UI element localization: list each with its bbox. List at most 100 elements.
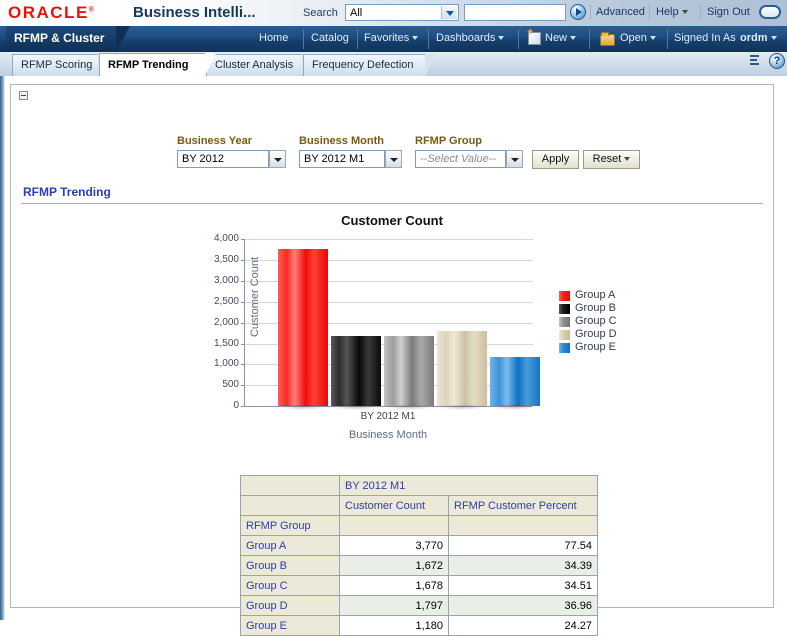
bar-group-e[interactable] bbox=[490, 357, 540, 406]
pivot-cell-percent: 36.96 bbox=[449, 596, 598, 616]
search-go-button[interactable] bbox=[570, 4, 586, 20]
search-input[interactable] bbox=[464, 4, 566, 21]
pivot-corner-cell bbox=[241, 496, 340, 516]
nav-item-open[interactable]: Open bbox=[620, 32, 656, 44]
bar-group-d[interactable] bbox=[437, 331, 487, 406]
table-row: Group C 1,678 34.51 bbox=[241, 576, 598, 596]
y-tick-label: 4,000 bbox=[193, 233, 239, 244]
dashboard-page-panel: Business Year BY 2012 Business Month BY … bbox=[10, 84, 774, 608]
nav-divider bbox=[303, 29, 304, 49]
y-tick-mark bbox=[241, 260, 245, 261]
tab-rfmp-scoring-label: RFMP Scoring bbox=[21, 59, 92, 71]
bar-group-c[interactable] bbox=[384, 336, 434, 406]
pivot-row-label[interactable]: Group B bbox=[241, 556, 340, 576]
chevron-down-icon bbox=[771, 36, 777, 40]
pivot-cell-count: 1,797 bbox=[340, 596, 449, 616]
prompt-label-rfmp-group: RFMP Group bbox=[415, 135, 482, 147]
business-month-value: BY 2012 M1 bbox=[304, 153, 364, 165]
pivot-row-header-label[interactable]: RFMP Group bbox=[241, 516, 340, 536]
collapse-minus-icon[interactable] bbox=[19, 91, 28, 100]
user-menu-label: ordm bbox=[740, 32, 768, 44]
tab-rfmp-trending[interactable]: RFMP Trending bbox=[99, 53, 205, 76]
y-tick-mark bbox=[241, 302, 245, 303]
pivot-corner-cell bbox=[241, 476, 340, 496]
oracle-logo-tm: ® bbox=[89, 6, 96, 13]
rfmp-group-dropdown-icon[interactable] bbox=[506, 150, 523, 168]
dashboard-tab-slant bbox=[116, 26, 130, 52]
accessibility-oval-icon[interactable] bbox=[759, 5, 781, 19]
y-tick-label: 1,500 bbox=[193, 338, 239, 349]
pivot-measure-header-customer-count[interactable]: Customer Count bbox=[340, 496, 449, 516]
reset-button-label: Reset bbox=[593, 153, 622, 165]
business-month-dropdown-icon[interactable] bbox=[385, 150, 402, 168]
nav-divider bbox=[589, 29, 590, 49]
business-year-combo[interactable]: BY 2012 bbox=[177, 150, 269, 168]
pivot-cell-percent: 34.51 bbox=[449, 576, 598, 596]
search-label: Search bbox=[303, 7, 338, 19]
app-title: Business Intelli... bbox=[133, 4, 256, 21]
chevron-down-icon bbox=[650, 36, 656, 40]
rfmp-group-value: --Select Value-- bbox=[420, 153, 496, 165]
help-menu-label: Help bbox=[656, 6, 679, 18]
nav-item-home[interactable]: Home bbox=[259, 32, 288, 44]
y-tick-label: 1,000 bbox=[193, 358, 239, 369]
search-scope-select[interactable]: All bbox=[345, 4, 459, 21]
tab-slant bbox=[205, 53, 216, 76]
legend-swatch bbox=[559, 330, 570, 340]
nav-item-dashboards[interactable]: Dashboards bbox=[436, 32, 504, 44]
pivot-measure-header-rfmp-customer-percent[interactable]: RFMP Customer Percent bbox=[449, 496, 598, 516]
legend-label: Group C bbox=[575, 315, 617, 327]
pivot-row-label[interactable]: Group E bbox=[241, 616, 340, 636]
nav-item-new[interactable]: New bbox=[545, 32, 576, 44]
dashboard-name-tab[interactable]: RFMP & Cluster bbox=[6, 26, 130, 52]
advanced-link[interactable]: Advanced bbox=[596, 6, 645, 18]
chevron-down-icon bbox=[682, 10, 688, 14]
pivot-row-label[interactable]: Group C bbox=[241, 576, 340, 596]
help-question-icon[interactable]: ? bbox=[769, 53, 785, 69]
apply-button[interactable]: Apply bbox=[532, 150, 579, 169]
oracle-logo-text: ORACLE bbox=[8, 3, 89, 22]
dashboard-tab-label: RFMP & Cluster bbox=[14, 31, 104, 45]
nav-item-favorites[interactable]: Favorites bbox=[364, 32, 418, 44]
y-tick-label: 500 bbox=[193, 379, 239, 390]
y-tick-mark bbox=[241, 344, 245, 345]
table-row: RFMP Group bbox=[241, 516, 598, 536]
page-options-icon[interactable] bbox=[747, 55, 761, 67]
chart-plot-area: 4,000 3,500 3,000 2,500 2,000 1,500 1,00… bbox=[244, 239, 532, 407]
prompt-label-business-year: Business Year bbox=[177, 135, 252, 147]
customer-count-chart: Customer Count bbox=[11, 205, 773, 405]
chevron-down-icon bbox=[412, 36, 418, 40]
open-folder-icon bbox=[600, 34, 615, 46]
y-tick-label: 0 bbox=[193, 400, 239, 411]
bar-shadow bbox=[490, 404, 540, 410]
new-page-icon bbox=[528, 32, 541, 45]
tab-rfmp-scoring[interactable]: RFMP Scoring bbox=[12, 54, 98, 76]
pivot-group-header[interactable]: BY 2012 M1 bbox=[340, 476, 598, 496]
pivot-row-label[interactable]: Group A bbox=[241, 536, 340, 556]
rfmp-pivot-table: BY 2012 M1 Customer Count RFMP Customer … bbox=[240, 475, 598, 636]
help-menu[interactable]: Help bbox=[656, 6, 688, 18]
rfmp-group-combo[interactable]: --Select Value-- bbox=[415, 150, 506, 168]
chevron-down-icon[interactable] bbox=[441, 6, 457, 19]
bar-group-a[interactable] bbox=[278, 249, 328, 406]
legend-label: Group B bbox=[575, 302, 616, 314]
nav-item-favorites-label: Favorites bbox=[364, 32, 409, 44]
chevron-down-icon bbox=[624, 157, 630, 161]
user-menu[interactable]: ordm bbox=[740, 32, 777, 44]
business-year-dropdown-icon[interactable] bbox=[269, 150, 286, 168]
business-month-combo[interactable]: BY 2012 M1 bbox=[299, 150, 385, 168]
tab-rfmp-trending-label: RFMP Trending bbox=[108, 59, 188, 71]
tab-cluster-analysis[interactable]: Cluster Analysis bbox=[206, 54, 302, 76]
pivot-cell-percent: 34.39 bbox=[449, 556, 598, 576]
bar-shadow bbox=[384, 404, 434, 410]
bar-group-b[interactable] bbox=[331, 336, 381, 406]
legend-label: Group D bbox=[575, 328, 617, 340]
reset-button[interactable]: Reset bbox=[583, 150, 640, 169]
tab-frequency-defection[interactable]: Frequency Defection bbox=[303, 54, 425, 76]
pivot-row-label[interactable]: Group D bbox=[241, 596, 340, 616]
nav-item-catalog[interactable]: Catalog bbox=[311, 32, 349, 44]
sign-out-link[interactable]: Sign Out bbox=[707, 6, 750, 18]
header-divider bbox=[649, 4, 650, 20]
legend-label: Group E bbox=[575, 341, 616, 353]
pivot-cell-count: 1,678 bbox=[340, 576, 449, 596]
